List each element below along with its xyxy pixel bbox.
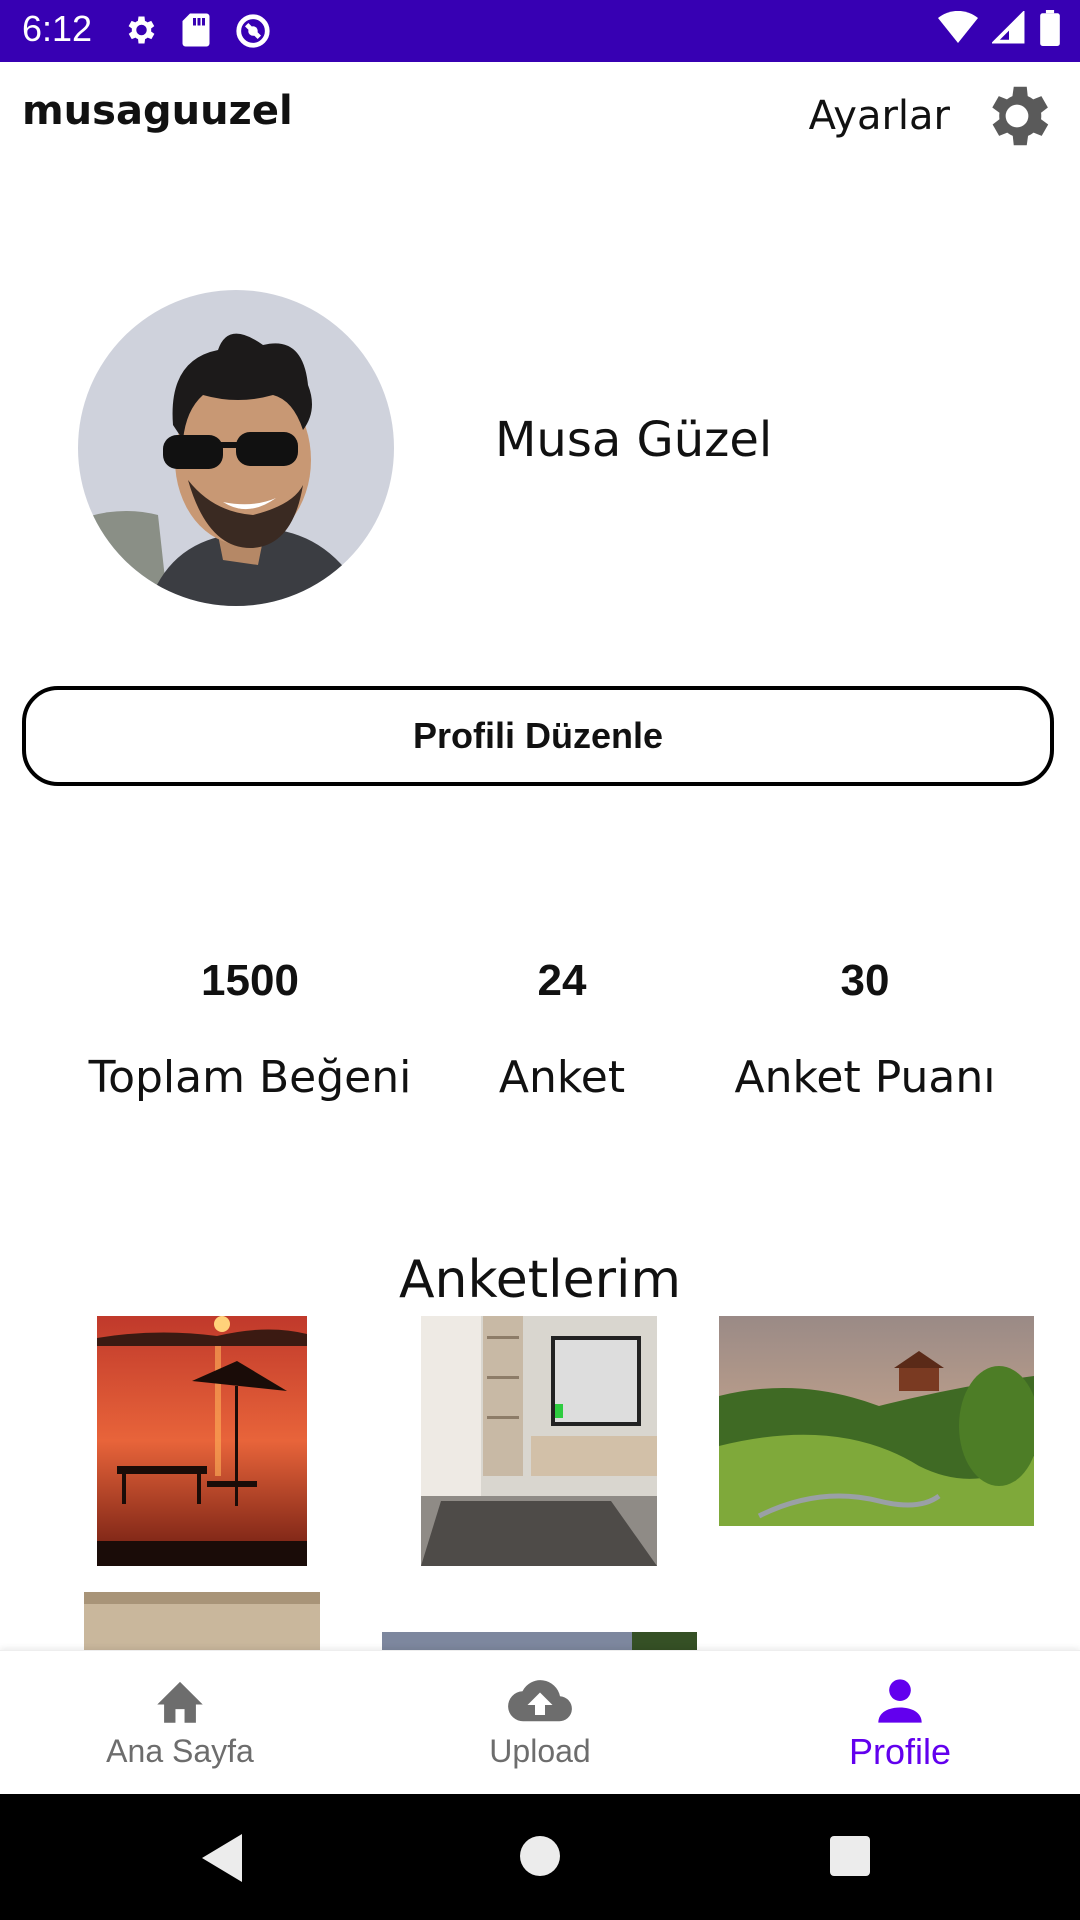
nav-label: Ana Sayfa <box>106 1733 254 1769</box>
nav-label: Profile <box>848 1731 952 1772</box>
survey-thumbnail[interactable] <box>84 1592 320 1650</box>
home-icon <box>157 1681 203 1723</box>
survey-thumbnail[interactable] <box>421 1316 657 1566</box>
settings-label: Ayarlar <box>808 93 950 139</box>
stat-label: Anket <box>498 1052 626 1103</box>
stat-label: Anket Puanı <box>734 1052 996 1103</box>
stat-surveys: 24 Anket <box>462 956 662 1103</box>
back-icon[interactable] <box>202 1834 246 1882</box>
settings-button[interactable]: Ayarlar <box>809 76 1056 156</box>
survey-thumbnail[interactable] <box>382 1632 697 1650</box>
sd-card-icon <box>182 13 210 47</box>
stat-value: 30 <box>840 956 890 1005</box>
wifi-icon <box>938 11 978 43</box>
battery-icon <box>1040 10 1060 46</box>
stat-value: 24 <box>537 956 587 1005</box>
nav-item-home[interactable]: Ana Sayfa <box>0 1651 360 1795</box>
system-navigation-bar <box>0 1794 1080 1920</box>
nav-label: Upload <box>489 1733 591 1769</box>
stat-value: 1500 <box>201 956 299 1005</box>
bottom-navigation: Ana Sayfa Upload Profile <box>0 1650 1080 1795</box>
stat-survey-score: 30 Anket Puanı <box>720 956 1010 1103</box>
sync-icon <box>236 14 270 48</box>
gear-icon <box>992 86 1049 146</box>
survey-thumbnail[interactable] <box>97 1316 307 1566</box>
nav-item-upload[interactable]: Upload <box>360 1651 720 1795</box>
person-icon <box>878 1679 922 1723</box>
cloud-upload-icon <box>508 1680 572 1722</box>
signal-icon <box>992 11 1025 44</box>
status-time: 6:12 <box>22 8 93 49</box>
survey-thumbnail[interactable] <box>719 1316 1034 1526</box>
edit-profile-button[interactable]: Profili Düzenle <box>22 686 1054 786</box>
status-bar: 6:12 <box>0 0 1080 62</box>
stat-label: Toplam Beğeni <box>88 1052 412 1103</box>
nav-item-profile[interactable]: Profile <box>720 1651 1080 1795</box>
full-name: Musa Güzel <box>495 412 773 468</box>
my-surveys-title: Anketlerim <box>398 1250 682 1310</box>
home-circle-icon[interactable] <box>520 1836 560 1876</box>
stat-total-likes: 1500 Toplam Beğeni <box>78 956 422 1103</box>
gear-icon <box>128 16 155 44</box>
recents-icon[interactable] <box>830 1836 870 1876</box>
username: musaguuzel <box>22 88 293 134</box>
avatar[interactable] <box>78 290 394 606</box>
